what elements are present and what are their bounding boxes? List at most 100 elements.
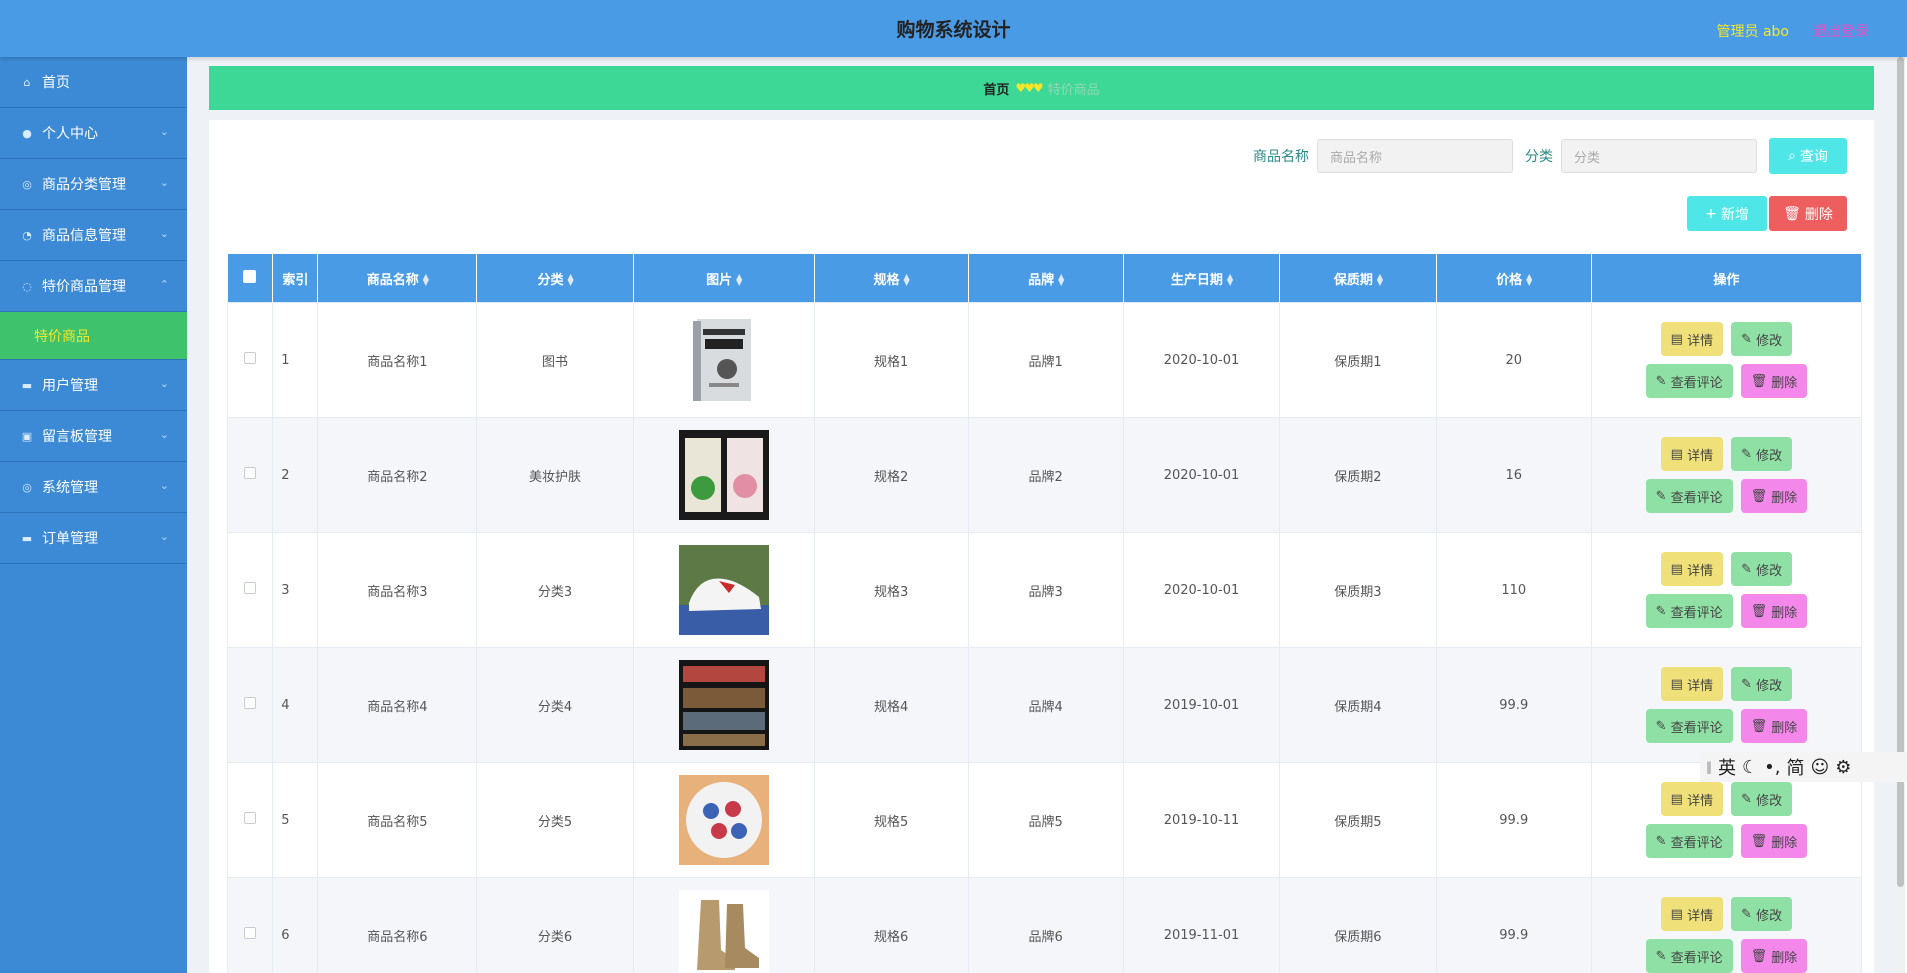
column-header[interactable]: 生产日期 ▲ ▼	[1123, 254, 1281, 303]
detail-button[interactable]: ▤ 详情	[1660, 667, 1724, 701]
row-index: 3	[272, 532, 319, 648]
view-reviews-button[interactable]: ✎ 查看评论	[1645, 939, 1733, 973]
column-header[interactable]: 商品名称 ▲ ▼	[317, 254, 478, 303]
column-header[interactable]: 品牌 ▲ ▼	[968, 254, 1124, 303]
column-header[interactable]: 图片 ▲ ▼	[633, 254, 815, 303]
heart-icon: ♥♥♥	[1015, 81, 1043, 95]
sidebar-item-profile[interactable]: ● 个人中心 ⌄	[0, 108, 187, 159]
sort-icon[interactable]: ▲ ▼	[904, 273, 910, 287]
detail-button[interactable]: ▤ 详情	[1660, 437, 1724, 471]
row-index: 2	[272, 417, 319, 533]
sort-icon[interactable]: ▲ ▼	[1377, 273, 1383, 287]
ime-simplified[interactable]: 简	[1786, 754, 1804, 780]
remove-button[interactable]: 🗑 删除	[1740, 824, 1808, 858]
remove-button[interactable]: 🗑 删除	[1740, 594, 1808, 628]
edit-button[interactable]: ✎ 修改	[1731, 897, 1793, 931]
detail-button[interactable]: ▤ 详情	[1660, 782, 1724, 816]
batch-delete-button[interactable]: 🗑 删除	[1769, 196, 1847, 231]
remove-button[interactable]: 🗑 删除	[1740, 364, 1808, 398]
sort-icon[interactable]: ▲ ▼	[736, 273, 742, 287]
row-ops: ▤ 详情 ✎ 修改 ✎ 查看评论 🗑 删除	[1590, 417, 1862, 533]
sidebar-item-label: 订单管理	[42, 531, 98, 547]
view-reviews-button[interactable]: ✎ 查看评论	[1645, 594, 1733, 628]
edit-button[interactable]: ✎ 修改	[1731, 667, 1793, 701]
remove-button[interactable]: 🗑 删除	[1740, 939, 1808, 973]
detail-label: 详情	[1687, 448, 1714, 464]
row-category: 分类3	[476, 532, 634, 648]
row-select	[227, 762, 274, 878]
view-reviews-button[interactable]: ✎ 查看评论	[1645, 709, 1733, 743]
edit-button[interactable]: ✎ 修改	[1731, 437, 1793, 471]
breadcrumb-home[interactable]: 首页	[983, 79, 1009, 98]
column-header-label: 图片	[706, 272, 733, 288]
add-button[interactable]: + 新增	[1687, 196, 1767, 231]
query-button[interactable]: ⌕ 查询	[1769, 138, 1847, 174]
row-index: 6	[272, 877, 319, 973]
sidebar-item-label: 个人中心	[42, 126, 98, 142]
sort-icon[interactable]: ▲ ▼	[1526, 273, 1532, 287]
column-header: 索引	[272, 254, 319, 303]
ime-language[interactable]: 英	[1718, 754, 1736, 780]
trash-icon: 🗑	[1750, 948, 1772, 964]
breadcrumb: 首页 ♥♥♥ 特价商品	[209, 66, 1874, 110]
view-reviews-button[interactable]: ✎ 查看评论	[1645, 364, 1733, 398]
sort-icon[interactable]: ▲ ▼	[1058, 273, 1064, 287]
edit-button[interactable]: ✎ 修改	[1731, 782, 1793, 816]
sidebar-item-messages[interactable]: ▣ 留言板管理 ⌄	[0, 411, 187, 462]
sidebar-item-category[interactable]: ◎ 商品分类管理 ⌄	[0, 159, 187, 210]
logout-link[interactable]: 退出登录	[1813, 21, 1869, 41]
remove-button[interactable]: 🗑 删除	[1740, 479, 1808, 513]
face-mask-image	[678, 430, 769, 520]
row-checkbox[interactable]	[244, 582, 257, 594]
edit-icon: ✎	[1741, 906, 1757, 922]
sort-icon[interactable]: ▲ ▼	[567, 273, 573, 287]
sidebar-item-home[interactable]: ⌂ 首页	[0, 57, 187, 108]
sidebar-item-discount[interactable]: ◌ 特价商品管理 ⌃	[0, 261, 187, 312]
drag-handle-icon[interactable]: ‖	[1706, 760, 1712, 774]
row-checkbox[interactable]	[244, 927, 257, 939]
select-all-checkbox[interactable]	[243, 269, 257, 283]
row-shelf-life: 保质期3	[1279, 532, 1437, 648]
main-content: 首页 ♥♥♥ 特价商品 商品名称 商品名称 分类 分类 ⌕ 查询 + 新增 🗑 …	[187, 57, 1897, 973]
edit-button[interactable]: ✎ 修改	[1731, 552, 1793, 586]
row-checkbox[interactable]	[244, 467, 257, 479]
smiley-icon[interactable]: ☺	[1810, 757, 1829, 778]
column-header[interactable]: 规格 ▲ ▼	[814, 254, 969, 303]
sidebar-item-system[interactable]: ◎ 系统管理 ⌄	[0, 462, 187, 513]
row-checkbox[interactable]	[244, 352, 257, 364]
name-search-input[interactable]: 商品名称	[1317, 139, 1513, 173]
punctuation-icon[interactable]: •,	[1764, 757, 1780, 778]
vertical-scrollbar[interactable]	[1896, 57, 1905, 973]
sidebar-item-goods[interactable]: ◔ 商品信息管理 ⌄	[0, 210, 187, 261]
sort-icon[interactable]: ▲ ▼	[423, 273, 429, 287]
gear-icon[interactable]: ⚙	[1835, 757, 1851, 778]
column-header[interactable]: 价格 ▲ ▼	[1436, 254, 1592, 303]
view-reviews-button[interactable]: ✎ 查看评论	[1645, 824, 1733, 858]
row-image-cell	[632, 417, 815, 533]
sidebar-item-label: 特价商品管理	[42, 279, 126, 295]
admin-user[interactable]: 管理员 abo	[1717, 21, 1789, 41]
goods-table: 索引 商品名称 ▲ ▼ 分类 ▲ ▼ 图片 ▲ ▼ 规格 ▲ ▼ 品牌 ▲ ▼ 生产日期 ▲ ▼ 保质期…	[227, 254, 1862, 973]
sort-icon[interactable]: ▲ ▼	[1227, 273, 1233, 287]
category-search-input[interactable]: 分类	[1561, 139, 1757, 173]
remove-button[interactable]: 🗑 删除	[1740, 709, 1808, 743]
row-checkbox[interactable]	[244, 812, 257, 824]
detail-button[interactable]: ▤ 详情	[1660, 552, 1724, 586]
view-reviews-button[interactable]: ✎ 查看评论	[1645, 479, 1733, 513]
sidebar-item-users[interactable]: ▬ 用户管理 ⌄	[0, 360, 187, 411]
detail-button[interactable]: ▤ 详情	[1660, 322, 1724, 356]
detail-button[interactable]: ▤ 详情	[1660, 897, 1724, 931]
sidebar-subitem-discount-goods[interactable]: 特价商品	[0, 312, 187, 360]
trash-icon: 🗑	[1750, 833, 1772, 849]
select-all-header	[227, 254, 274, 303]
row-shelf-life: 保质期4	[1279, 647, 1437, 763]
sidebar-item-orders[interactable]: ▬ 订单管理 ⌄	[0, 513, 187, 564]
moon-icon[interactable]: ☾	[1742, 757, 1758, 778]
row-checkbox[interactable]	[244, 697, 257, 709]
edit-button[interactable]: ✎ 修改	[1731, 322, 1793, 356]
column-header[interactable]: 分类 ▲ ▼	[476, 254, 634, 303]
chevron-down-icon: ⌄	[159, 227, 169, 240]
row-price: 99.9	[1435, 647, 1592, 763]
column-header[interactable]: 保质期 ▲ ▼	[1279, 254, 1437, 303]
trash-icon: 🗑	[1783, 205, 1801, 222]
